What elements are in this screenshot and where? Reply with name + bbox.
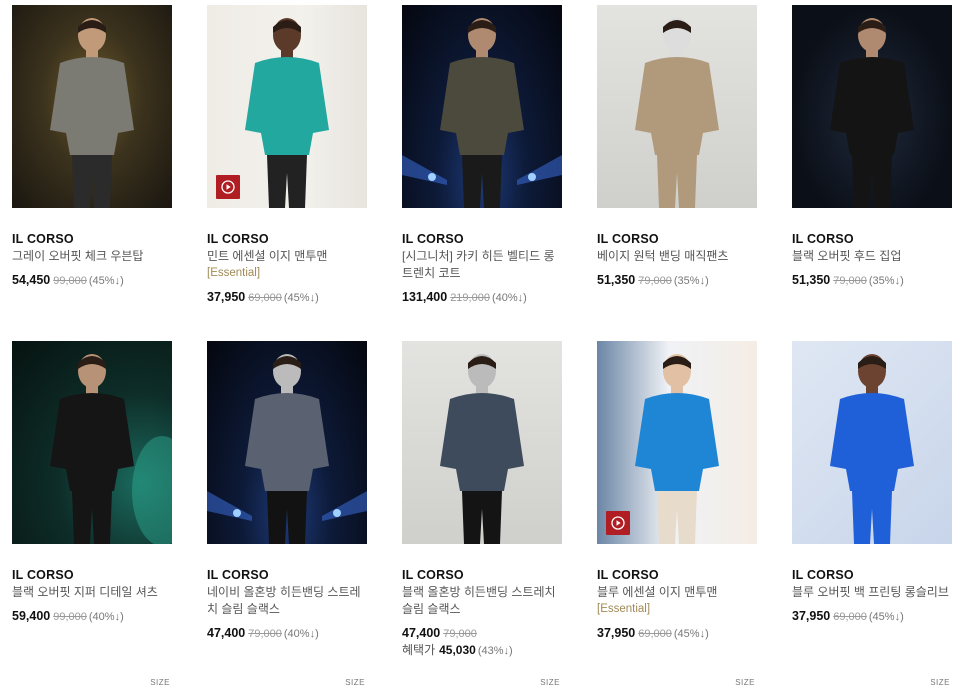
sale-price: 37,950 (792, 609, 831, 623)
product-brand[interactable]: IL CORSO (597, 568, 757, 583)
product-image[interactable] (402, 5, 562, 208)
size-button[interactable]: SIZE (733, 678, 757, 688)
benefit-price: 45,030 (439, 643, 476, 657)
product-card[interactable]: SIZE IL CORSO 블랙 올혼방 히든밴딩 스트레치 슬림 슬랙스 47,400… (402, 341, 562, 688)
original-price: 79,000 (833, 275, 867, 287)
product-brand[interactable]: IL CORSO (207, 568, 367, 583)
size-button[interactable]: SIZE (538, 678, 562, 688)
discount-rate: (45%↓) (88, 275, 124, 287)
video-play-icon[interactable] (216, 175, 240, 199)
product-brand[interactable]: IL CORSO (792, 232, 952, 247)
product-brand[interactable]: IL CORSO (402, 232, 562, 247)
product-brand[interactable]: IL CORSO (207, 232, 367, 247)
original-price: 69,000 (638, 628, 672, 640)
sale-price: 51,350 (597, 273, 636, 287)
sale-price: 59,400 (12, 609, 51, 623)
video-play-icon[interactable] (606, 511, 630, 535)
product-card[interactable]: SIZE IL CORSO 블랙 오버핏 지퍼 디테일 셔츠 59,400 99,000… (12, 341, 172, 688)
product-image[interactable] (597, 341, 757, 544)
price-line: 47,400 79,000 (402, 626, 562, 642)
product-name[interactable]: 블랙 오버핏 지퍼 디테일 셔츠 (12, 584, 172, 600)
price-line: 47,400 79,000 (40%↓) (207, 626, 367, 642)
price-line: 59,400 99,000 (40%↓) (12, 609, 172, 625)
product-image[interactable] (792, 341, 952, 544)
product-name[interactable]: 슬림 슬랙스 (402, 601, 562, 617)
original-price: 69,000 (248, 292, 282, 304)
size-button[interactable]: SIZE (148, 678, 172, 688)
original-price: 99,000 (53, 611, 87, 623)
sale-price: 51,350 (792, 273, 831, 287)
product-name[interactable]: 네이비 올혼방 히든밴딩 스트레 (207, 584, 367, 600)
product-card[interactable]: SIZE IL CORSO 블루 에센셜 이지 맨투맨 [Essential] 37,9… (597, 341, 757, 688)
price-line: 37,950 69,000 (45%↓) (207, 290, 367, 306)
product-image[interactable] (597, 5, 757, 208)
product-brand[interactable]: IL CORSO (12, 568, 172, 583)
discount-rate: (45%↓) (283, 292, 319, 304)
product-name[interactable]: 그레이 오버핏 체크 우븐탑 (12, 248, 172, 264)
discount-rate: (45%↓) (673, 628, 709, 640)
product-card[interactable]: SIZEIL CORSO[시그니처] 카키 히든 벨티드 롱트렌치 코트131,… (402, 5, 562, 352)
sale-price: 47,400 (402, 626, 441, 640)
product-name[interactable]: 트렌치 코트 (402, 265, 562, 281)
product-image[interactable] (402, 341, 562, 544)
product-name[interactable]: 블랙 올혼방 히든밴딩 스트레치 (402, 584, 562, 600)
product-name[interactable]: 블루 에센셜 이지 맨투맨 (597, 584, 757, 600)
product-name[interactable]: 블랙 오버핏 후드 집업 (792, 248, 952, 264)
benefit-label: 혜택가 (402, 643, 436, 657)
sale-price: 37,950 (207, 290, 246, 304)
product-name[interactable]: 블루 오버핏 백 프린팅 롱슬리브 (792, 584, 952, 600)
sale-price: 131,400 (402, 290, 448, 304)
price-line: 131,400 219,000 (40%↓) (402, 290, 562, 306)
product-card[interactable]: SIZE IL CORSO 블루 오버핏 백 프린팅 롱슬리브 37,950 69,00… (792, 341, 952, 688)
price-line: 37,950 69,000 (45%↓) (792, 609, 952, 625)
product-name[interactable]: 치 슬림 슬랙스 (207, 601, 367, 617)
product-image[interactable] (792, 5, 952, 208)
original-price: 79,000 (638, 275, 672, 287)
product-card[interactable]: SIZEIL CORSO베이지 원턱 밴딩 매직팬츠51,35079,000(3… (597, 5, 757, 352)
benefit-price-line: 혜택가 45,030 (43%↓) (402, 643, 562, 659)
product-grid: SIZEIL CORSO그레이 오버핏 체크 우븐탑54,45099,000(4… (12, 5, 952, 688)
discount-rate: (35%↓) (673, 275, 709, 287)
price-line: 51,350 79,000 (35%↓) (792, 273, 952, 289)
original-price: 69,000 (833, 611, 867, 623)
product-image[interactable] (12, 5, 172, 208)
product-card[interactable]: SIZEIL CORSO블랙 오버핏 후드 집업51,35079,000(35%… (792, 5, 952, 352)
discount-rate: (40%↓) (491, 292, 527, 304)
product-name[interactable]: [시그니처] 카키 히든 벨티드 롱 (402, 248, 562, 264)
product-image[interactable] (207, 341, 367, 544)
product-image[interactable] (207, 5, 367, 208)
size-button[interactable]: SIZE (928, 678, 952, 688)
discount-rate: (45%↓) (868, 611, 904, 623)
original-price: 99,000 (53, 275, 87, 287)
discount-rate: (40%↓) (88, 611, 124, 623)
sale-price: 37,950 (597, 626, 636, 640)
product-image[interactable] (12, 341, 172, 544)
product-name[interactable]: 민트 에센셜 이지 맨투맨 (207, 248, 367, 264)
discount-rate: (40%↓) (283, 628, 319, 640)
original-price: 79,000 (248, 628, 282, 640)
product-card[interactable]: SIZEIL CORSO민트 에센셜 이지 맨투맨[Essential]37,9… (207, 5, 367, 352)
sale-price: 54,450 (12, 273, 51, 287)
product-tag: [Essential] (207, 267, 261, 279)
product-tag: [Essential] (597, 603, 651, 615)
product-brand[interactable]: IL CORSO (402, 568, 562, 583)
product-name[interactable]: 베이지 원턱 밴딩 매직팬츠 (597, 248, 757, 264)
discount-rate: (35%↓) (868, 275, 904, 287)
original-price: 219,000 (450, 292, 490, 304)
benefit-rate: (43%↓) (477, 645, 513, 657)
product-card[interactable]: SIZEIL CORSO그레이 오버핏 체크 우븐탑54,45099,000(4… (12, 5, 172, 352)
original-price: 79,000 (443, 628, 477, 640)
product-brand[interactable]: IL CORSO (792, 568, 952, 583)
price-line: 54,450 99,000 (45%↓) (12, 273, 172, 289)
product-card[interactable]: SIZE IL CORSO 네이비 올혼방 히든밴딩 스트레 치 슬림 슬랙스 47,4… (207, 341, 367, 688)
price-line: 37,950 69,000 (45%↓) (597, 626, 757, 642)
product-brand[interactable]: IL CORSO (12, 232, 172, 247)
product-brand[interactable]: IL CORSO (597, 232, 757, 247)
price-line: 51,350 79,000 (35%↓) (597, 273, 757, 289)
sale-price: 47,400 (207, 626, 246, 640)
size-button[interactable]: SIZE (343, 678, 367, 688)
